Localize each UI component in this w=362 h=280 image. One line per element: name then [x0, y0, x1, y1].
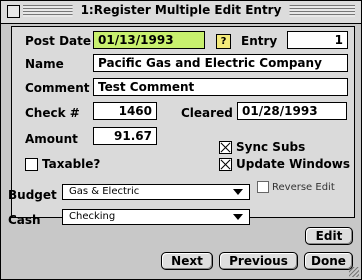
chevron-down-icon [233, 214, 243, 220]
next-button[interactable]: Next [161, 252, 213, 270]
cleared-label: Cleared [181, 106, 233, 120]
amount-field[interactable]: 91.67 [93, 127, 157, 145]
budget-label: Budget [8, 188, 57, 202]
update-windows-label: Update Windows [236, 157, 351, 171]
comment-label: Comment [25, 81, 90, 95]
entry-label: Entry [241, 34, 278, 48]
sync-subs-checkbox[interactable] [219, 141, 232, 154]
budget-dropdown[interactable]: Gas & Electric [62, 184, 250, 200]
edit-button[interactable]: Edit [305, 227, 353, 245]
check-number-label: Check # [25, 106, 80, 120]
reverse-edit-checkbox[interactable] [257, 181, 269, 193]
done-button[interactable]: Done [304, 252, 353, 270]
update-windows-checkbox[interactable] [219, 158, 232, 171]
name-label: Name [25, 57, 64, 71]
window-title: 1:Register Multiple Edit Entry [72, 3, 290, 17]
previous-button[interactable]: Previous [219, 252, 298, 270]
entry-field[interactable]: 1 [287, 31, 348, 49]
close-box-icon[interactable] [7, 5, 20, 18]
post-date-label: Post Date [25, 34, 92, 48]
check-number-field[interactable]: 1460 [93, 102, 157, 120]
window: 1:Register Multiple Edit Entry Post Date… [0, 0, 362, 280]
cash-dropdown[interactable]: Checking [62, 209, 250, 225]
chevron-down-icon [233, 189, 243, 195]
name-field[interactable]: Pacific Gas and Electric Company [93, 54, 348, 72]
reverse-edit-label: Reverse Edit [272, 182, 335, 193]
title-bar[interactable]: 1:Register Multiple Edit Entry [1, 1, 361, 24]
taxable-label: Taxable? [42, 157, 101, 171]
resize-grip-icon[interactable] [349, 267, 359, 277]
budget-dropdown-value: Gas & Electric [69, 186, 140, 197]
amount-label: Amount [25, 132, 78, 146]
cleared-field[interactable]: 01/28/1993 [237, 102, 347, 120]
sync-subs-label: Sync Subs [236, 140, 306, 154]
help-icon[interactable]: ? [216, 34, 231, 49]
taxable-checkbox[interactable] [25, 158, 38, 171]
post-date-field[interactable]: 01/13/1993 [93, 31, 205, 49]
cash-label: Cash [8, 213, 41, 227]
comment-field[interactable]: Test Comment [93, 78, 348, 96]
cash-dropdown-value: Checking [69, 211, 116, 222]
